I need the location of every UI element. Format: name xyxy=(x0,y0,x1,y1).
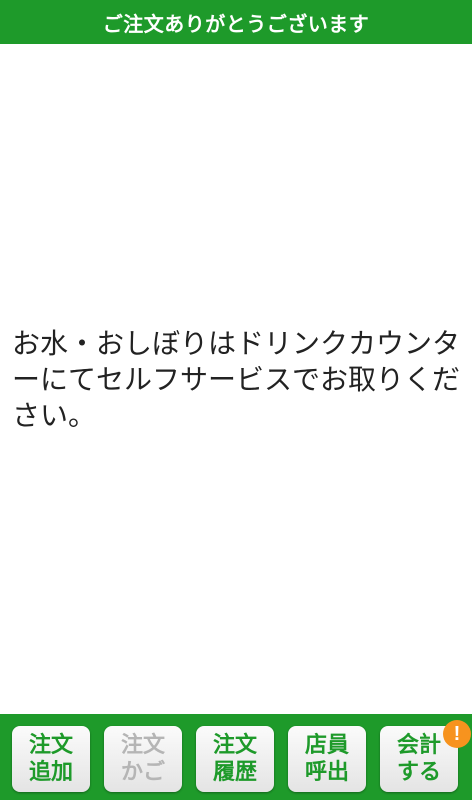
order-cart-button[interactable]: 注文 かご xyxy=(104,726,182,792)
order-history-button[interactable]: 注文 履歴 xyxy=(196,726,274,792)
add-order-label-line2: 追加 xyxy=(28,760,73,785)
header-bar: ご注文ありがとうございます xyxy=(0,0,472,44)
footer-toolbar: 注文 追加 注文 かご 注文 履歴 店員 呼出 会計 する xyxy=(0,714,472,800)
order-history-label-line2: 履歴 xyxy=(212,760,257,785)
order-cart-label-line1: 注文 xyxy=(120,733,165,758)
main-content: お水・おしぼりはドリンクカウンターにてセルフサービスでお取りください。 xyxy=(0,44,472,714)
call-staff-button[interactable]: 店員 呼出 xyxy=(288,726,366,792)
call-staff-label-line2: 呼出 xyxy=(304,760,349,785)
notice-message: お水・おしぼりはドリンクカウンターにてセルフサービスでお取りください。 xyxy=(12,327,461,432)
page-title: ご注文ありがとうございます xyxy=(102,11,370,36)
checkout-label-line2: する xyxy=(396,760,441,785)
order-history-label-line1: 注文 xyxy=(212,733,257,758)
call-staff-label-line1: 店員 xyxy=(304,733,349,758)
add-order-label-line1: 注文 xyxy=(28,733,73,758)
checkout-label-line1: 会計 xyxy=(396,733,441,758)
alert-icon: ! xyxy=(443,720,471,748)
add-order-button[interactable]: 注文 追加 xyxy=(12,726,90,792)
order-cart-label-line2: かご xyxy=(120,760,165,785)
